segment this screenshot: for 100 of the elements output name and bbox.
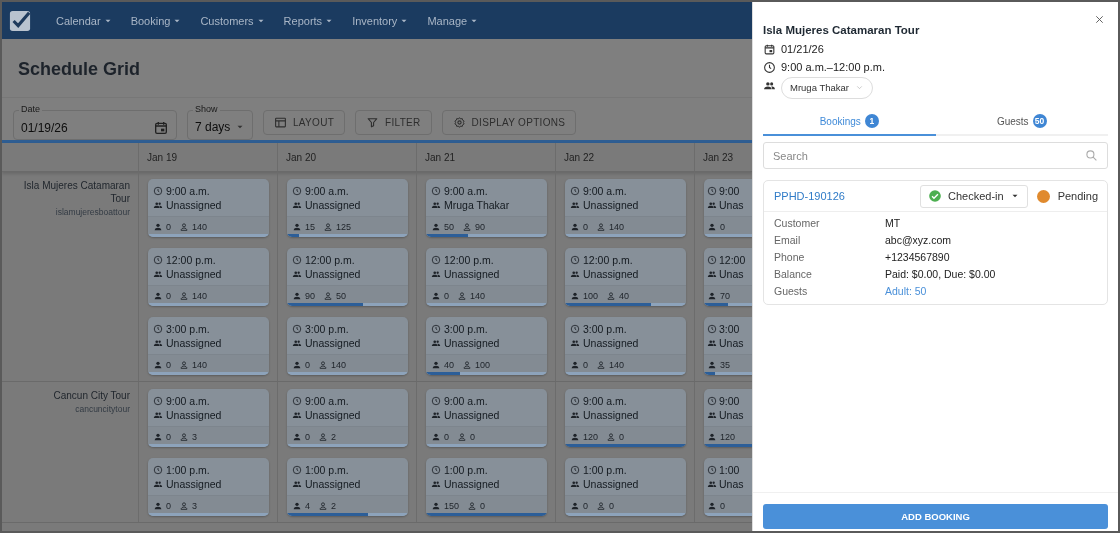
person-icon (431, 432, 441, 442)
group-icon (292, 200, 302, 210)
guide-dropdown[interactable]: Mruga Thakar (781, 76, 873, 99)
slot-time-range: 9:00 a.m.–12:00 p.m. (781, 61, 885, 73)
field-label: Show (193, 104, 220, 115)
time-slot-card[interactable]: 1:00 p.m. Unassigned 0 3 (148, 458, 269, 516)
field-label: Date (19, 104, 42, 115)
person-outline-icon (467, 501, 478, 511)
count-badge: 50 (1032, 114, 1047, 128)
available-count: 3 (192, 432, 198, 442)
display-options-button[interactable]: DISPLAY OPTIONS (441, 110, 577, 135)
group-icon (153, 200, 163, 210)
group-icon (431, 479, 441, 489)
person-icon (292, 291, 302, 301)
time-slot-card[interactable]: 1:00 p.m. Unassigned 150 0 (426, 458, 547, 516)
person-icon (570, 432, 580, 442)
slot-assignee: Unassigned (305, 409, 361, 421)
available-count: 0 (470, 432, 476, 442)
slot-assignee: Unassigned (166, 409, 222, 421)
group-icon (431, 338, 441, 348)
time-slot-card[interactable]: 12:00 Unas 70 (704, 248, 752, 306)
close-icon (1094, 14, 1105, 25)
layout-button[interactable]: LAYOUT (263, 110, 346, 135)
booked-count: 0 (166, 291, 171, 301)
time-slot-card[interactable]: 12:00 p.m. Unassigned 100 40 (565, 248, 686, 306)
filter-button[interactable]: FILTER (355, 110, 432, 135)
time-slot-card[interactable]: 9:00 a.m. Unassigned 0 3 (148, 389, 269, 447)
tab[interactable]: Guests 50 (935, 108, 1108, 136)
time-slot-card[interactable]: 9:00 a.m. Unassigned 15 125 (287, 179, 408, 237)
add-booking-button[interactable]: ADD BOOKING (763, 504, 1108, 529)
nav-menu-item[interactable]: Inventory (344, 14, 418, 27)
time-slot-card[interactable]: 1:00 p.m. Unassigned 0 0 (565, 458, 686, 516)
show-dropdown[interactable]: Show 7 days (187, 104, 253, 140)
person-outline-icon (323, 222, 333, 232)
group-icon (431, 410, 441, 420)
clock-icon (570, 255, 580, 265)
person-outline-icon (179, 432, 189, 442)
available-count: 140 (609, 360, 625, 370)
booked-count: 4 (305, 501, 310, 511)
available-count: 2 (331, 501, 337, 511)
check-in-status-dropdown[interactable]: Checked-in (920, 184, 1028, 208)
time-slot-card[interactable]: 9:00 a.m. Unassigned 0 140 (148, 179, 269, 237)
group-icon (707, 479, 717, 489)
group-icon (570, 338, 580, 348)
booked-count: 0 (166, 360, 171, 370)
booked-count: 0 (166, 222, 171, 232)
booked-count: 90 (305, 291, 315, 301)
person-icon (431, 501, 441, 511)
search-field[interactable]: Search (763, 142, 1108, 169)
booked-count: 120 (720, 432, 736, 442)
slot-date: 01/21/26 (781, 43, 824, 55)
time-slot-card[interactable]: 1:00 Unas 0 (704, 458, 752, 516)
person-outline-icon (323, 291, 333, 301)
group-icon (570, 479, 580, 489)
nav-menu-item[interactable]: Booking (122, 14, 191, 27)
checkmark-logo-icon (9, 9, 31, 32)
tab[interactable]: Bookings 1 (763, 108, 936, 136)
booked-count: 0 (166, 501, 171, 511)
time-slot-card[interactable]: 9:00 a.m. Unassigned 0 2 (287, 389, 408, 447)
nav-menu-item[interactable]: Manage (419, 14, 488, 27)
available-count: 0 (609, 501, 615, 511)
time-slot-card[interactable]: 9:00 a.m. Unassigned 0 140 (565, 179, 686, 237)
time-slot-card[interactable]: 12:00 p.m. Unassigned 0 140 (426, 248, 547, 306)
time-slot-card[interactable]: 3:00 p.m. Unassigned 0 140 (148, 317, 269, 375)
nav-menu-item[interactable]: Reports (275, 14, 343, 27)
slot-time: 1:00 (719, 464, 740, 476)
group-icon (292, 479, 302, 489)
person-outline-icon (596, 222, 606, 232)
date-field[interactable]: Date 01/19/26 (13, 104, 177, 140)
time-slot-card[interactable]: 9:00 Unas 0 (704, 179, 752, 237)
person-icon (292, 432, 302, 442)
clock-icon (431, 255, 441, 265)
guest-count-link[interactable]: Adult: 50 (885, 285, 1097, 297)
booked-count: 15 (305, 222, 315, 232)
slot-time: 3:00 p.m. (305, 323, 349, 335)
time-slot-card[interactable]: 9:00 a.m. Unassigned 120 0 (565, 389, 686, 447)
booking-id-link[interactable]: PPHD-190126 (774, 190, 920, 202)
table-layout-icon (274, 116, 287, 129)
time-slot-card[interactable]: 3:00 p.m. Unassigned 0 140 (565, 317, 686, 375)
nav-menu-item[interactable]: Calendar (48, 14, 121, 27)
person-icon (153, 360, 163, 370)
time-slot-card[interactable]: 3:00 p.m. Unassigned 0 140 (287, 317, 408, 375)
slot-assignee: Unassigned (583, 337, 639, 349)
nav-menu-item[interactable]: Customers (192, 14, 274, 27)
time-slot-card[interactable]: 9:00 a.m. Unassigned 0 0 (426, 389, 547, 447)
time-slot-card[interactable]: 3:00 p.m. Unassigned 40 100 (426, 317, 547, 375)
detail-label: Email (774, 234, 802, 246)
booked-count: 0 (583, 360, 588, 370)
time-slot-card[interactable]: 12:00 p.m. Unassigned 90 50 (287, 248, 408, 306)
time-slot-card[interactable]: 9:00 a.m. Mruga Thakar 50 90 (426, 179, 547, 237)
time-slot-card[interactable]: 1:00 p.m. Unassigned 4 2 (287, 458, 408, 516)
time-slot-card[interactable]: 9:00 Unas 120 (704, 389, 752, 447)
time-slot-card[interactable]: 12:00 p.m. Unassigned 0 140 (148, 248, 269, 306)
clock-icon (292, 465, 302, 475)
time-slot-card[interactable]: 3:00 Unas 35 (704, 317, 752, 375)
clock-icon (431, 396, 441, 406)
available-count: 140 (192, 291, 208, 301)
calendar-icon (763, 42, 776, 56)
detail-label: Guests (774, 285, 809, 297)
tour-name: Cancun City Tour (53, 389, 130, 402)
